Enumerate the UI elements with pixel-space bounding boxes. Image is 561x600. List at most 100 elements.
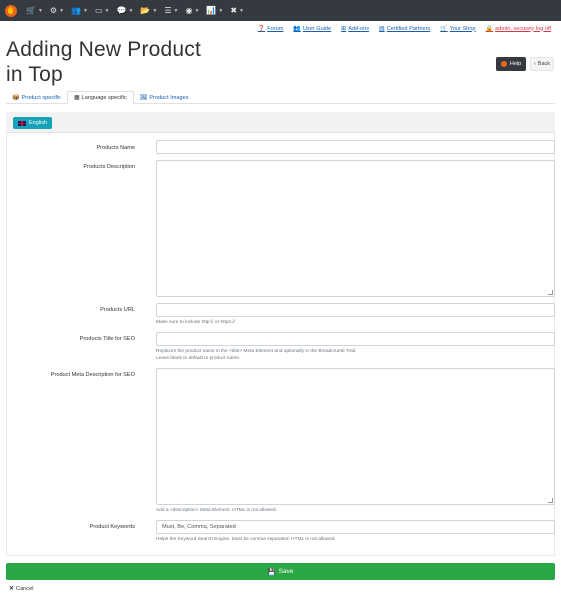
top-navbar: 🛒 ▼ ⚙ ▼ 👥 ▼ ▭ ▼ 💬 ▼ 📂 ▼ ☰ ▼ ◉ ▼ 📊 ▼ ✖ ▼ xyxy=(0,0,561,21)
nav-reports-menu[interactable]: 📊 ▼ xyxy=(206,0,223,21)
chevron-left-icon: ‹ xyxy=(533,61,536,67)
tab-product-images-label: Product Images xyxy=(149,94,189,101)
save-button-label: Save xyxy=(278,568,294,575)
nav-comments-menu[interactable]: 💬 ▼ xyxy=(116,0,133,21)
chevron-down-icon: ▼ xyxy=(59,7,65,14)
nav-id-menu[interactable]: ▭ ▼ xyxy=(95,0,110,21)
certified-partners-link[interactable]: ▤ Certified Partners xyxy=(379,25,431,33)
chevron-down-icon: ▼ xyxy=(83,7,88,14)
page-title-line1: Adding New Product xyxy=(6,38,202,61)
guide-icon: 👥 xyxy=(293,26,301,32)
meta-description-hint: Add a <description> Meta Element. HTML i… xyxy=(156,508,277,513)
products-title-seo-hint: Replaces the product name in the <title>… xyxy=(156,348,356,362)
language-label: English xyxy=(28,120,48,126)
users-icon: 👥 xyxy=(71,5,82,15)
phoenix-icon xyxy=(500,61,507,67)
back-button-label: Back xyxy=(537,61,551,67)
products-description-textarea[interactable] xyxy=(156,160,555,297)
products-name-input[interactable] xyxy=(156,140,555,154)
phoenix-logo-icon[interactable] xyxy=(5,4,17,17)
meta-description-label: Product Meta Description for SEO xyxy=(50,372,135,378)
products-description-label: Products Description xyxy=(83,164,135,170)
id-card-icon: ▭ xyxy=(94,5,103,15)
forum-link[interactable]: ❓ Forum xyxy=(257,25,284,33)
save-button[interactable]: 💾 Save xyxy=(6,563,555,580)
header-links: ❓ Forum 👥 User Guide ⊞ Add-ons ▤ Certified P… xyxy=(257,25,551,33)
your-shop-link[interactable]: 🛒 Your Shop xyxy=(440,25,476,33)
close-icon: ✕ xyxy=(9,586,15,592)
tab-product-specific[interactable]: 📦 Product specific xyxy=(6,91,67,104)
nav-layout-menu[interactable]: ☰ ▼ xyxy=(164,0,178,21)
chart-icon: 📊 xyxy=(206,5,217,15)
product-language-form: Products Name Products Description Produ… xyxy=(6,133,555,556)
logoff-link[interactable]: 🔒 admin, securely log off xyxy=(485,25,551,33)
products-title-seo-input[interactable] xyxy=(156,332,555,346)
language-bar: English xyxy=(6,112,555,133)
user-guide-link-label: User Guide xyxy=(302,25,332,32)
cancel-link-label: Cancel xyxy=(16,585,34,592)
products-url-label: Products URL xyxy=(100,307,135,313)
nav-tools-menu[interactable]: ✖ ▼ xyxy=(230,0,244,21)
forum-link-label: Forum xyxy=(267,25,284,32)
product-keywords-input[interactable]: Must, Be, Comma, Separated xyxy=(156,520,555,534)
folder-icon: 📂 xyxy=(140,5,151,15)
back-button[interactable]: ‹ Back xyxy=(530,57,554,71)
question-circle-icon: ❓ xyxy=(257,26,266,32)
lock-icon: 🔒 xyxy=(485,26,494,32)
nav-cart-menu[interactable]: 🛒 ▼ xyxy=(26,0,43,21)
tab-language-specific-label: Language specific xyxy=(81,94,127,101)
products-title-seo-label: Products Title for SEO xyxy=(79,336,135,342)
cancel-link[interactable]: ✕ Cancel xyxy=(9,585,34,593)
nav-config-menu[interactable]: ⚙ ▼ xyxy=(50,0,64,21)
shopping-cart-icon: 🛒 xyxy=(440,26,448,32)
nav-customers-menu[interactable]: 👥 ▼ xyxy=(71,0,88,21)
product-keywords-value: Must, Be, Comma, Separated xyxy=(162,524,236,530)
nav-catalog-menu[interactable]: 📂 ▼ xyxy=(140,0,157,21)
meta-description-textarea[interactable] xyxy=(156,368,555,505)
tools-icon: ✖ xyxy=(230,5,238,15)
help-button[interactable]: Help xyxy=(496,57,526,71)
save-icon: 💾 xyxy=(267,568,276,576)
addons-link[interactable]: ⊞ Add-ons xyxy=(341,25,370,33)
product-keywords-label: Product Keywords xyxy=(89,524,135,530)
cogs-icon: ⚙ xyxy=(49,5,58,15)
boxes-icon: 📦 xyxy=(12,95,20,101)
language-icon: ▦ xyxy=(73,95,80,101)
chevron-down-icon: ▼ xyxy=(173,7,179,14)
logoff-link-label: admin, securely log off xyxy=(495,25,551,32)
globe-icon: ◉ xyxy=(185,5,193,15)
tab-language-specific[interactable]: ▦ Language specific xyxy=(66,91,134,104)
images-icon: 🖼 xyxy=(139,95,148,101)
chevron-down-icon: ▼ xyxy=(239,7,244,14)
chevron-down-icon: ▼ xyxy=(128,7,134,14)
chevron-down-icon: ▼ xyxy=(152,7,158,14)
products-title-seo-hint-line1: Replaces the product name in the <title>… xyxy=(156,349,357,354)
tab-product-images[interactable]: 🖼 Product Images xyxy=(134,91,195,104)
products-name-label: Products Name xyxy=(96,145,135,151)
uk-flag-icon xyxy=(17,120,26,126)
help-button-label: Help xyxy=(509,61,522,67)
tab-product-specific-label: Product specific xyxy=(21,94,61,101)
chevron-down-icon: ▼ xyxy=(37,7,43,14)
bars-icon: ☰ xyxy=(164,5,172,15)
page-title: Adding New Product in Top xyxy=(6,37,201,87)
language-english-button[interactable]: English xyxy=(13,117,52,129)
products-url-input[interactable] xyxy=(156,303,555,317)
cart-icon: 🛒 xyxy=(26,5,36,15)
product-keywords-hint: Helps the Keyword Search Engine. Must be… xyxy=(156,537,336,542)
product-tabs: 📦 Product specific ▦ Language specific 🖼 Pr… xyxy=(6,91,555,104)
products-url-hint: Make sure to include http:// or https:// xyxy=(156,320,235,325)
chevron-down-icon: ▼ xyxy=(194,7,200,14)
comments-icon: 💬 xyxy=(116,5,127,15)
your-shop-link-label: Your Shop xyxy=(449,25,476,32)
certified-partners-link-label: Certified Partners xyxy=(386,25,431,32)
addons-link-label: Add-ons xyxy=(348,25,370,32)
products-title-seo-hint-line2: Leave blank to default to product name. xyxy=(156,356,241,361)
certificate-icon: ▤ xyxy=(379,26,385,32)
nav-location-menu[interactable]: ◉ ▼ xyxy=(185,0,199,21)
user-guide-link[interactable]: 👥 User Guide xyxy=(293,25,332,33)
plus-square-icon: ⊞ xyxy=(341,26,347,32)
page-title-line2: in Top xyxy=(6,63,63,86)
chevron-down-icon: ▼ xyxy=(104,7,110,14)
chevron-down-icon: ▼ xyxy=(218,7,224,14)
